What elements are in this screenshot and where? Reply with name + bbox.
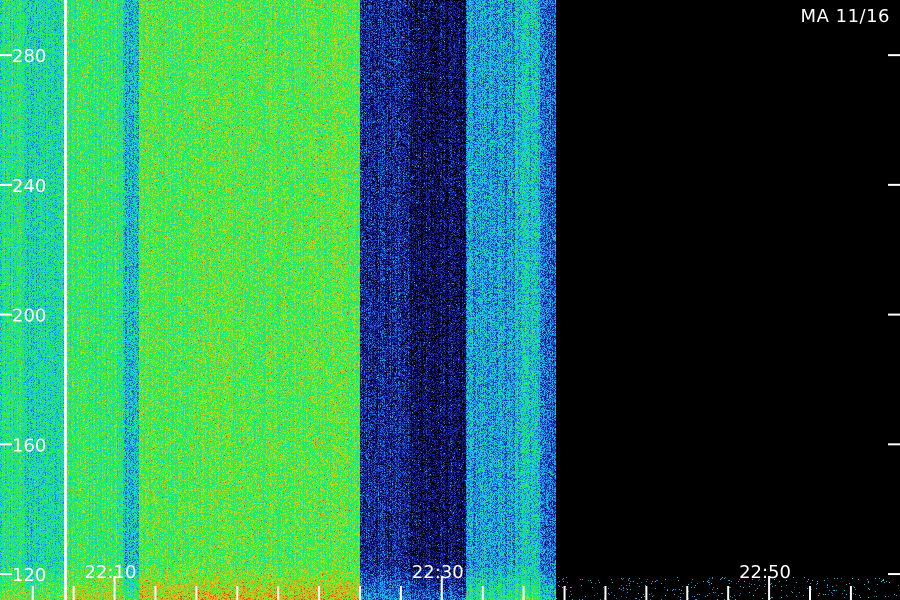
y-tick-label-240: 240 [12,176,46,197]
y-axis: 280 240 200 160 120 [0,46,900,586]
chart-overlay: 280 240 200 160 120 22:10 22:30 22:50 [0,0,900,600]
x-tick-label-2230: 22:30 [412,562,464,583]
spectrogram-chart: 280 240 200 160 120 22:10 22:30 22:50 MA 11/16 [0,0,900,600]
x-tick-label-2250: 22:50 [739,562,791,583]
y-tick-label-200: 200 [12,306,46,327]
x-axis: 22:10 22:30 22:50 [31,562,852,600]
y-tick-label-160: 160 [12,435,46,456]
y-tick-label-280: 280 [12,46,46,67]
x-tick-label-2210: 22:10 [85,562,137,583]
y-tick-label-120: 120 [12,565,46,586]
station-label: MA 11/16 [800,6,890,27]
